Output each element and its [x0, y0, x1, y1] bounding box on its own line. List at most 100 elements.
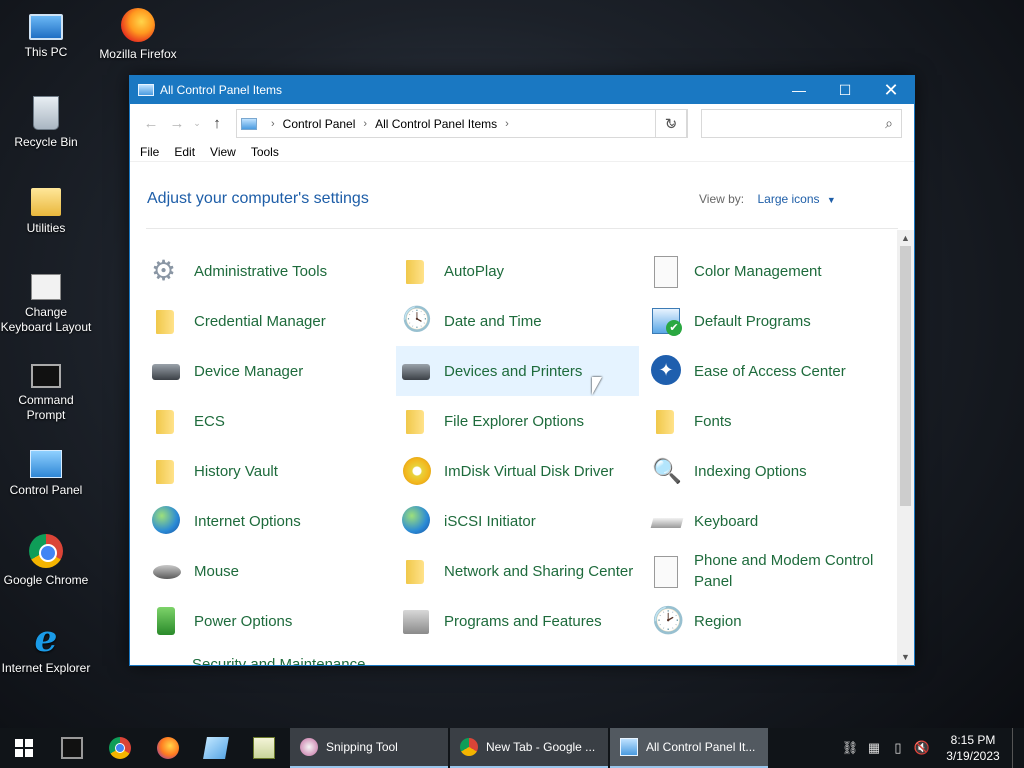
forward-arrow-icon[interactable]: →	[164, 115, 190, 132]
control-panel-window: All Control Panel Items — ☐ ✕ ← → ⌄ ↑ › …	[129, 75, 915, 666]
taskbar-pin-app[interactable]	[192, 728, 240, 768]
title-bar[interactable]: All Control Panel Items — ☐ ✕	[130, 76, 914, 104]
cp-item-history-vault[interactable]: History Vault	[146, 446, 389, 496]
breadcrumb-separator: ›	[271, 117, 275, 130]
cp-item-keyboard[interactable]: Keyboard	[646, 496, 889, 546]
show-desktop-button[interactable]	[1012, 728, 1024, 768]
cp-item-region[interactable]: Region	[646, 596, 889, 646]
close-button[interactable]: ✕	[868, 76, 914, 104]
cp-item-color-management[interactable]: Color Management	[646, 246, 889, 296]
desktop-icon-firefox[interactable]: Mozilla Firefox	[92, 8, 184, 62]
scroll-up-icon[interactable]: ▲	[897, 230, 914, 246]
start-button[interactable]	[0, 728, 48, 768]
address-bar[interactable]: › Control Panel › All Control Panel Item…	[236, 109, 688, 138]
desktop-icon-internet-explorer[interactable]: e Internet Explorer	[0, 621, 92, 676]
cp-item-network-and-sharing-center[interactable]: Network and Sharing Center	[396, 546, 639, 596]
caret-down-icon[interactable]: ▼	[827, 195, 836, 205]
color-app-icon[interactable]: ▦	[862, 740, 886, 756]
menu-bar: File Edit View Tools	[130, 142, 914, 162]
maximize-button[interactable]: ☐	[822, 76, 868, 104]
menu-edit[interactable]: Edit	[174, 145, 195, 159]
vertical-scrollbar[interactable]: ▲ ▼	[897, 230, 914, 665]
cp-item-iscsi-initiator[interactable]: iSCSI Initiator	[396, 496, 639, 546]
breadcrumb-all-items[interactable]: All Control Panel Items	[375, 117, 497, 131]
cp-item-label: Date and Time	[444, 312, 542, 330]
cp-item-indexing-options[interactable]: Indexing Options	[646, 446, 889, 496]
breadcrumb-control-panel[interactable]: Control Panel	[283, 117, 356, 131]
desktop-icon-recycle-bin[interactable]: Recycle Bin	[0, 96, 92, 150]
cp-item-credential-manager[interactable]: Credential Manager	[146, 296, 389, 346]
menu-view[interactable]: View	[210, 145, 236, 159]
network-icon[interactable]: ⛓	[838, 740, 862, 756]
internet-options-icon	[149, 504, 183, 538]
cp-item-device-manager[interactable]: Device Manager	[146, 346, 389, 396]
task-label: New Tab - Google ...	[486, 740, 596, 754]
cp-item-autoplay[interactable]: AutoPlay	[396, 246, 639, 296]
desktop-icon-this-pc[interactable]: This PC	[0, 8, 92, 60]
desktop-icon-google-chrome[interactable]: Google Chrome	[0, 534, 92, 588]
cp-item-ecs[interactable]: ECS	[146, 396, 389, 446]
up-arrow-icon[interactable]: ↑	[204, 115, 230, 132]
taskbar-pin-firefox[interactable]	[144, 728, 192, 768]
cp-item-ease-of-access-center[interactable]: Ease of Access Center	[646, 346, 889, 396]
cp-item-default-programs[interactable]: Default Programs	[646, 296, 889, 346]
cp-item-file-explorer-options[interactable]: File Explorer Options	[396, 396, 639, 446]
cp-item-label: Device Manager	[194, 362, 304, 380]
chrome-icon	[29, 534, 63, 568]
cp-item-label: Mouse	[194, 562, 240, 580]
minimize-button[interactable]: —	[776, 76, 822, 104]
taskbar-pin-command-prompt[interactable]	[48, 728, 96, 768]
clock-date: 3/19/2023	[946, 749, 1000, 763]
taskbar-pin-notepad[interactable]	[240, 728, 288, 768]
desktop-icon-utilities[interactable]: Utilities	[0, 182, 92, 236]
view-by-dropdown[interactable]: Large icons	[757, 192, 819, 206]
search-input[interactable]: ⌕	[701, 109, 902, 138]
cp-item-devices-and-printers[interactable]: Devices and Printers	[396, 346, 639, 396]
volume-muted-icon[interactable]: 🔇	[910, 740, 934, 756]
menu-file[interactable]: File	[140, 145, 159, 159]
divider	[146, 228, 898, 229]
scroll-down-icon[interactable]: ▼	[897, 649, 914, 665]
desktop-icon-label: Control Panel	[9, 483, 83, 497]
menu-tools[interactable]: Tools	[251, 145, 279, 159]
mouse-icon	[149, 554, 183, 588]
cp-item-programs-and-features[interactable]: Programs and Features	[396, 596, 639, 646]
back-arrow-icon[interactable]: ←	[138, 115, 164, 132]
desktop-icon-control-panel[interactable]: Control Panel	[0, 446, 92, 498]
cp-item-imdisk[interactable]: ImDisk Virtual Disk Driver	[396, 446, 639, 496]
refresh-button[interactable]: ↻	[655, 109, 687, 138]
recycle-bin-icon	[33, 96, 59, 130]
clock-time: 8:15 PM	[950, 733, 996, 747]
clock[interactable]: 8:15 PM 3/19/2023	[934, 732, 1012, 764]
taskbar-task-chrome[interactable]: New Tab - Google ...	[450, 728, 608, 768]
content-area: Adjust your computer's settings View by:…	[130, 168, 914, 665]
breadcrumb-separator[interactable]: ›	[363, 118, 367, 130]
cp-item-mouse[interactable]: Mouse	[146, 546, 389, 596]
firefox-icon	[157, 737, 179, 759]
cp-item-date-and-time[interactable]: Date and Time	[396, 296, 639, 346]
scrollbar-thumb[interactable]	[900, 246, 911, 506]
cp-item-partially-visible[interactable]: Security and Maintenance	[192, 654, 365, 665]
cp-item-label: Administrative Tools	[194, 262, 328, 280]
desktop-icon-label: Recycle Bin	[14, 135, 78, 149]
cp-item-fonts[interactable]: Fonts	[646, 396, 889, 446]
desktop-icon-change-keyboard-layout[interactable]: Change Keyboard Layout	[0, 270, 92, 335]
taskbar-pin-chrome[interactable]	[96, 728, 144, 768]
desktop-icon-command-prompt[interactable]: Command Prompt	[0, 358, 92, 423]
taskbar-task-control-panel[interactable]: All Control Panel It...	[610, 728, 768, 768]
control-panel-icon	[30, 450, 62, 478]
firefox-icon	[121, 8, 155, 42]
cp-item-administrative-tools[interactable]: Administrative Tools	[146, 246, 389, 296]
fonts-icon	[649, 404, 683, 438]
usb-icon[interactable]: ▯	[886, 740, 910, 756]
taskbar-task-snipping-tool[interactable]: Snipping Tool	[290, 728, 448, 768]
credential-manager-icon	[149, 304, 183, 338]
cp-item-power-options[interactable]: Power Options	[146, 596, 389, 646]
breadcrumb-separator[interactable]: ›	[505, 118, 509, 130]
cp-item-label: Ease of Access Center	[694, 362, 846, 380]
recent-locations-icon[interactable]: ⌄	[190, 118, 204, 129]
search-icon[interactable]: ⌕	[885, 115, 893, 132]
cp-item-phone-and-modem[interactable]: Phone and Modem Control Panel	[646, 546, 889, 596]
cp-item-internet-options[interactable]: Internet Options	[146, 496, 389, 546]
chrome-icon	[460, 738, 478, 756]
